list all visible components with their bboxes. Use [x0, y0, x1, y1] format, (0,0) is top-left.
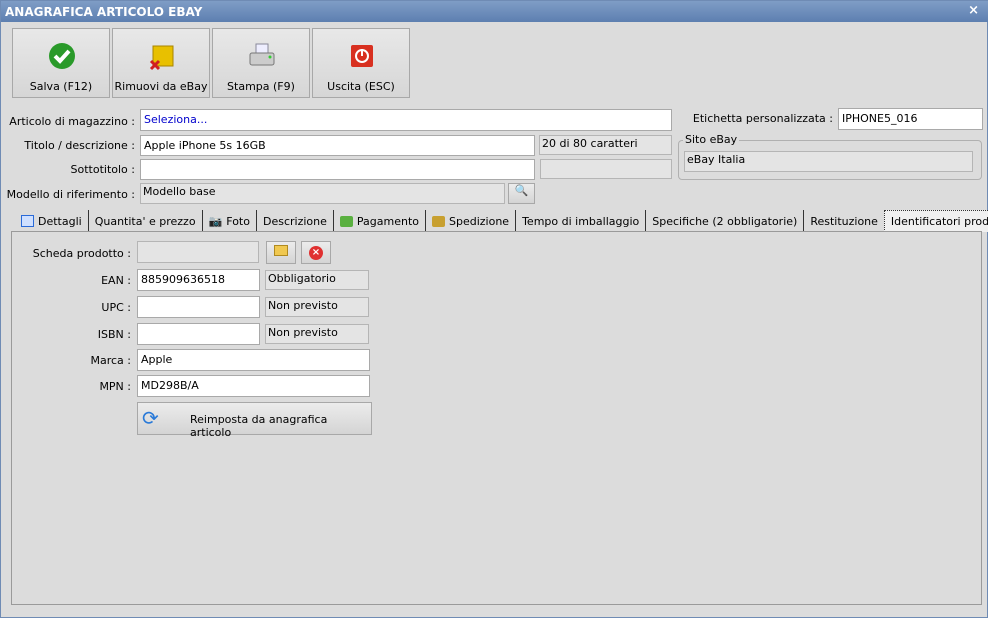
tab-label: Foto: [226, 214, 250, 228]
reset-label: Reimposta da anagrafica articolo: [190, 413, 328, 439]
exit-label: Uscita (ESC): [327, 80, 395, 93]
tab-label: Spedizione: [449, 214, 510, 228]
folder-icon: [274, 245, 288, 256]
tab-foto[interactable]: 📷 Foto: [203, 210, 257, 232]
titolo-input[interactable]: Apple iPhone 5s 16GB: [140, 135, 535, 156]
print-label: Stampa (F9): [227, 80, 295, 93]
tab-bar: Dettagli Quantita' e prezzo 📷 Foto Descri…: [15, 210, 988, 232]
title-bar: ANAGRAFICA ARTICOLO EBAY: [1, 1, 988, 22]
mpn-input[interactable]: MD298B/A: [137, 375, 370, 397]
window-title: ANAGRAFICA ARTICOLO EBAY: [5, 5, 203, 19]
printer-icon: [249, 43, 275, 66]
tab-label: Descrizione: [262, 214, 327, 228]
shipping-icon: [432, 215, 445, 227]
remove-label: Rimuovi da eBay: [114, 80, 208, 93]
etichetta-label: Etichetta personalizzata :: [692, 112, 833, 125]
reset-from-article-button[interactable]: ⟳ Reimposta da anagrafica articolo: [137, 402, 372, 439]
tab-dettagli[interactable]: Dettagli: [15, 210, 89, 232]
tab-specifiche[interactable]: Specifiche (2 obbligatorie): [646, 210, 805, 232]
print-button[interactable]: Stampa (F9): [212, 28, 310, 98]
marca-input[interactable]: Apple: [137, 349, 370, 371]
tab-tempo-imballaggio[interactable]: Tempo di imballaggio: [516, 210, 647, 232]
tab-descrizione[interactable]: Descrizione: [257, 210, 334, 232]
marca-label: Marca :: [90, 354, 131, 367]
refresh-icon: ⟳: [142, 406, 159, 430]
modello-label: Modello di riferimento :: [6, 188, 135, 201]
upc-status: Non previsto: [265, 297, 369, 317]
box-remove-icon: [149, 45, 174, 71]
titolo-counter: 20 di 80 caratteri: [539, 135, 672, 155]
sottotitolo-input[interactable]: [140, 159, 535, 180]
tab-label: Identificatori prodotto: [890, 215, 988, 228]
save-label: Salva (F12): [29, 80, 93, 93]
tab-label: Quantita' e prezzo: [94, 214, 196, 228]
tab-label: Tempo di imballaggio: [522, 214, 640, 228]
tab-identificatori-prodotto[interactable]: Identificatori prodotto: [883, 210, 988, 232]
titolo-label: Titolo / descrizione :: [24, 139, 135, 152]
articolo-label: Articolo di magazzino :: [9, 115, 135, 128]
tab-label: Specifiche (2 obbligatorie): [652, 214, 798, 228]
articolo-select[interactable]: Seleziona...: [140, 109, 672, 131]
ean-label: EAN :: [101, 274, 131, 287]
scheda-clear-button[interactable]: ×: [301, 241, 331, 264]
upc-label: UPC :: [101, 301, 131, 314]
sottotitolo-counter: [540, 159, 672, 179]
camera-icon: 📷: [208, 214, 223, 228]
isbn-status: Non previsto: [265, 324, 369, 344]
ean-input[interactable]: 885909636518: [137, 269, 260, 291]
check-icon: [49, 43, 75, 69]
upc-input[interactable]: [137, 296, 260, 318]
tab-pagamento[interactable]: Pagamento: [334, 210, 426, 232]
scheda-field: [137, 241, 259, 263]
tab-label: Restituzione: [810, 214, 878, 228]
sito-ebay-label: Sito eBay: [683, 133, 740, 146]
sottotitolo-label: Sottotitolo :: [70, 163, 135, 176]
modello-search-button[interactable]: 🔍: [508, 183, 535, 204]
money-icon: [339, 215, 353, 227]
isbn-label: ISBN :: [97, 328, 131, 341]
mpn-label: MPN :: [99, 380, 131, 393]
scheda-browse-button[interactable]: [266, 241, 296, 264]
scheda-label: Scheda prodotto :: [32, 247, 131, 260]
tab-label: Pagamento: [356, 214, 419, 228]
remove-ebay-button[interactable]: Rimuovi da eBay: [112, 28, 210, 98]
tab-spedizione[interactable]: Spedizione: [426, 210, 517, 232]
ean-status: Obbligatorio: [265, 270, 369, 290]
tab-label: Dettagli: [38, 214, 82, 228]
close-button[interactable]: ×: [968, 3, 979, 18]
isbn-input[interactable]: [137, 323, 260, 345]
exit-button[interactable]: Uscita (ESC): [312, 28, 410, 98]
calendar-icon: [21, 215, 34, 227]
tab-quantita[interactable]: Quantita' e prezzo: [89, 210, 203, 232]
etichetta-input[interactable]: IPHONE5_016: [838, 108, 983, 130]
save-button[interactable]: Salva (F12): [12, 28, 110, 98]
modello-field: Modello base: [140, 183, 505, 204]
sito-ebay-field: eBay Italia: [684, 151, 973, 172]
power-icon: [351, 45, 373, 67]
search-icon: 🔍: [514, 184, 529, 197]
delete-icon: ×: [309, 246, 323, 260]
tab-restituzione[interactable]: Restituzione: [804, 210, 884, 232]
